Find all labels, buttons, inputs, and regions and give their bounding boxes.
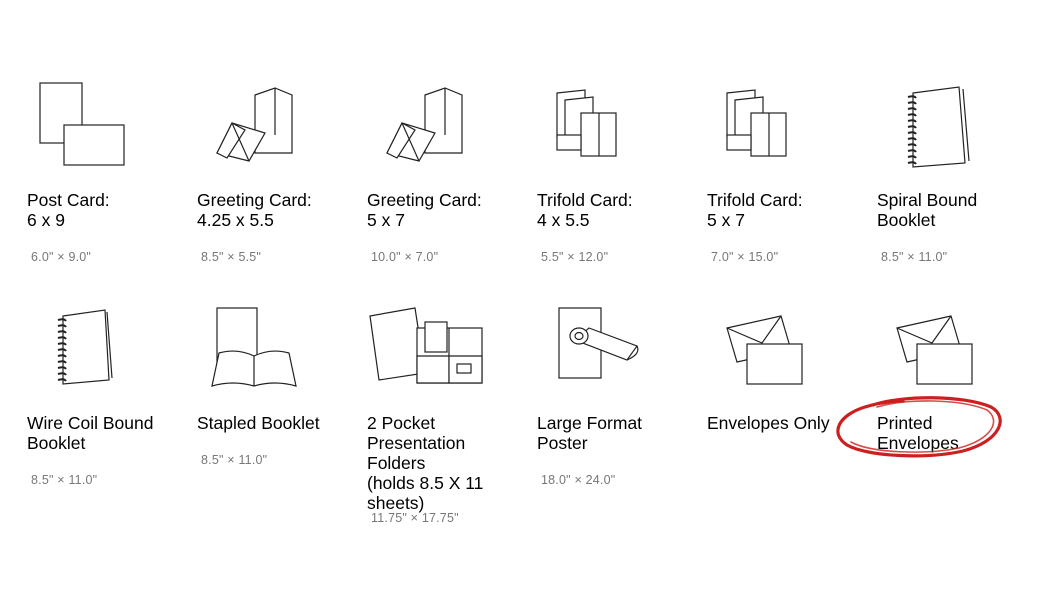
product-dimensions: 8.5" × 11.0" — [881, 250, 948, 264]
product-label: Trifold Card: 5 x 7 — [707, 190, 803, 230]
product-dimensions: 8.5" × 11.0" — [31, 473, 98, 487]
stapled-booklet-icon — [197, 298, 357, 413]
product-dimensions: 8.5" × 5.5" — [201, 250, 262, 264]
product-label: Greeting Card: 5 x 7 — [367, 190, 482, 230]
greeting-card-icon — [197, 75, 357, 190]
product-label: Trifold Card: 4 x 5.5 — [537, 190, 633, 230]
wire-coil-booklet-icon — [27, 298, 187, 413]
product-label: Envelopes Only — [707, 413, 830, 433]
product-dimensions: 10.0" × 7.0" — [371, 250, 439, 264]
product-label: 2 Pocket Presentation Folders (holds 8.5… — [367, 413, 484, 513]
envelope-icon — [877, 298, 1037, 413]
trifold-card-icon — [537, 75, 697, 190]
product-dimensions: 18.0" × 24.0" — [541, 473, 616, 487]
product-label: Stapled Booklet — [197, 413, 320, 433]
product-dimensions: 5.5" × 12.0" — [541, 250, 609, 264]
product-dimensions: 6.0" × 9.0" — [31, 250, 92, 264]
greeting-card-icon — [367, 75, 527, 190]
pocket-folder-icon — [367, 298, 527, 413]
product-dimensions: 8.5" × 11.0" — [201, 453, 268, 467]
product-label: Wire Coil Bound Booklet — [27, 413, 154, 453]
product-dimensions: 11.75" × 17.75" — [371, 511, 459, 525]
poster-icon — [537, 298, 697, 413]
postcard-icon — [27, 75, 187, 190]
product-label: Spiral Bound Booklet — [877, 190, 978, 230]
product-label: Printed Envelopes — [877, 413, 959, 453]
product-label: Greeting Card: 4.25 x 5.5 — [197, 190, 312, 230]
envelope-icon — [707, 298, 867, 413]
product-label: Post Card: 6 x 9 — [27, 190, 110, 230]
product-label: Large Format Poster — [537, 413, 643, 453]
product-dimensions: 7.0" × 15.0" — [711, 250, 779, 264]
spiral-booklet-icon — [877, 75, 1037, 190]
trifold-card-icon — [707, 75, 867, 190]
